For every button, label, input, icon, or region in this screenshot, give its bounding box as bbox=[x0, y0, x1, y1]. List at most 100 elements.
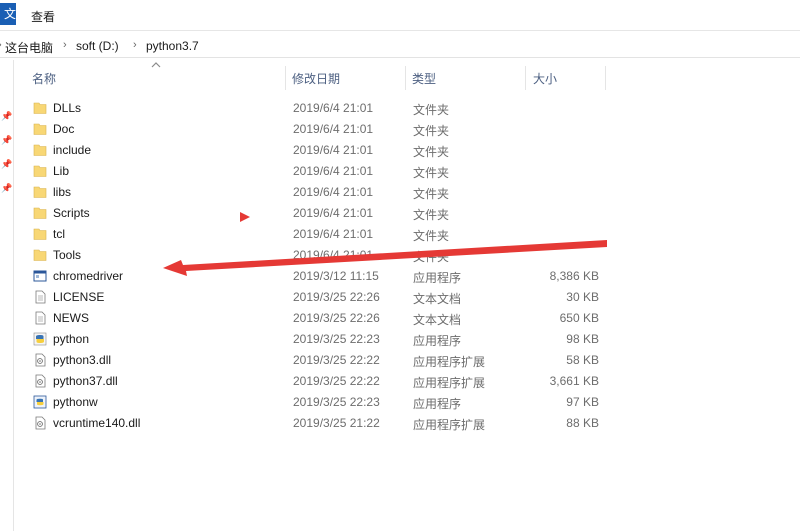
application-icon bbox=[33, 269, 47, 283]
column-divider[interactable] bbox=[285, 66, 286, 90]
file-date-modified: 2019/3/25 22:23 bbox=[293, 332, 380, 346]
column-header-type[interactable]: 类型 bbox=[412, 70, 436, 87]
file-type: 文件夹 bbox=[413, 229, 450, 243]
file-type: 文件夹 bbox=[413, 103, 450, 117]
file-row[interactable]: vcruntime140.dll 2019/3/25 21:22 应用程序扩展 88 … bbox=[14, 413, 800, 434]
pin-icon[interactable]: 📌 bbox=[1, 184, 12, 193]
file-row[interactable]: NEWS 2019/3/25 22:26 文本文档 650 KB bbox=[14, 308, 800, 329]
file-name: chromedriver bbox=[53, 269, 124, 283]
file-name: python3.dll bbox=[53, 353, 112, 367]
file-type: 文件夹 bbox=[413, 145, 450, 159]
column-header-date[interactable]: 修改日期 bbox=[292, 70, 340, 87]
column-divider[interactable] bbox=[525, 66, 526, 90]
file-size: 8,386 KB bbox=[549, 269, 599, 283]
file-row[interactable]: LICENSE 2019/3/25 22:26 文本文档 30 KB bbox=[14, 287, 800, 308]
file-size: 98 KB bbox=[566, 332, 599, 346]
ribbon-tab-view[interactable]: 查看 bbox=[31, 8, 55, 25]
text-document-icon bbox=[33, 290, 47, 304]
file-date-modified: 2019/6/4 21:01 bbox=[293, 164, 374, 178]
file-row[interactable]: libs 2019/6/4 21:01 文件夹 bbox=[14, 182, 800, 203]
file-type: 文件夹 bbox=[413, 208, 450, 222]
pin-icon[interactable]: 📌 bbox=[1, 136, 12, 145]
navigation-pane[interactable]: 📌 📌 📌 📌 bbox=[0, 60, 14, 531]
file-date-modified: 2019/3/25 22:26 bbox=[293, 311, 380, 325]
file-row[interactable]: include 2019/6/4 21:01 文件夹 bbox=[14, 140, 800, 161]
folder-icon bbox=[33, 227, 47, 241]
file-name: Scripts bbox=[53, 206, 90, 220]
file-name: Lib bbox=[53, 164, 70, 178]
text-document-icon bbox=[33, 311, 47, 325]
file-row[interactable]: python37.dll 2019/3/25 22:22 应用程序扩展 3,661 K… bbox=[14, 371, 800, 392]
file-name: NEWS bbox=[53, 311, 89, 325]
breadcrumb: › 这台电脑 › soft (D:) › python3.7 bbox=[0, 34, 800, 58]
breadcrumb-separator[interactable]: › bbox=[63, 39, 67, 51]
file-name: pythonw bbox=[53, 395, 98, 409]
file-name: DLLs bbox=[53, 101, 82, 115]
file-type: 文本文档 bbox=[413, 292, 462, 306]
folder-icon bbox=[33, 143, 47, 157]
breadcrumb-this-pc[interactable]: 这台电脑 bbox=[5, 39, 53, 56]
folder-icon bbox=[33, 206, 47, 220]
dll-icon bbox=[33, 353, 47, 367]
column-header-name[interactable]: 名称 bbox=[32, 70, 56, 87]
file-type: 文件夹 bbox=[413, 166, 450, 180]
file-size: 97 KB bbox=[566, 395, 599, 409]
dll-icon bbox=[33, 374, 47, 388]
file-date-modified: 2019/3/12 11:15 bbox=[293, 269, 379, 283]
file-row[interactable]: Scripts 2019/6/4 21:01 文件夹 bbox=[14, 203, 800, 224]
file-name: python bbox=[53, 332, 90, 346]
column-header-size[interactable]: 大小 bbox=[533, 70, 557, 87]
file-name: libs bbox=[53, 185, 72, 199]
file-type: 文本文档 bbox=[413, 313, 462, 327]
file-size: 30 KB bbox=[566, 290, 599, 304]
file-row[interactable]: chromedriver 2019/3/12 11:15 应用程序 8,386 KB bbox=[14, 266, 800, 287]
breadcrumb-folder[interactable]: python3.7 bbox=[146, 39, 199, 53]
file-name: python37.dll bbox=[53, 374, 118, 388]
column-divider[interactable] bbox=[405, 66, 406, 90]
file-row[interactable]: Tools 2019/6/4 21:01 文件夹 bbox=[14, 245, 800, 266]
breadcrumb-separator: › bbox=[0, 39, 2, 51]
file-name: tcl bbox=[53, 227, 65, 241]
file-type: 应用程序 bbox=[413, 397, 462, 411]
file-row[interactable]: Lib 2019/6/4 21:01 文件夹 bbox=[14, 161, 800, 182]
column-header-row: 名称 修改日期 类型 大小 bbox=[14, 66, 800, 90]
file-date-modified: 2019/3/25 22:22 bbox=[293, 374, 380, 388]
file-type: 文件夹 bbox=[413, 250, 450, 264]
column-divider[interactable] bbox=[605, 66, 606, 90]
file-date-modified: 2019/3/25 21:22 bbox=[293, 416, 380, 430]
file-name: vcruntime140.dll bbox=[53, 416, 141, 430]
file-date-modified: 2019/6/4 21:01 bbox=[293, 122, 374, 136]
file-size: 3,661 KB bbox=[549, 374, 599, 388]
file-row[interactable]: DLLs 2019/6/4 21:01 文件夹 bbox=[14, 98, 800, 119]
breadcrumb-drive[interactable]: soft (D:) bbox=[76, 39, 119, 53]
file-type: 应用程序 bbox=[413, 334, 462, 348]
file-row[interactable]: python3.dll 2019/3/25 22:22 应用程序扩展 58 KB bbox=[14, 350, 800, 371]
file-date-modified: 2019/3/25 22:26 bbox=[293, 290, 380, 304]
file-row[interactable]: pythonw 2019/3/25 22:23 应用程序 97 KB bbox=[14, 392, 800, 413]
file-name: include bbox=[53, 143, 92, 157]
file-type: 应用程序扩展 bbox=[413, 418, 486, 432]
pin-icon[interactable]: 📌 bbox=[1, 160, 12, 169]
file-name: LICENSE bbox=[53, 290, 105, 304]
file-row[interactable]: Doc 2019/6/4 21:01 文件夹 bbox=[14, 119, 800, 140]
file-row[interactable]: tcl 2019/6/4 21:01 文件夹 bbox=[14, 224, 800, 245]
file-date-modified: 2019/6/4 21:01 bbox=[293, 143, 374, 157]
folder-icon bbox=[33, 185, 47, 199]
file-type: 文件夹 bbox=[413, 124, 450, 138]
folder-icon bbox=[33, 101, 47, 115]
pin-icon[interactable]: 📌 bbox=[1, 112, 12, 121]
folder-icon bbox=[33, 164, 47, 178]
file-size: 88 KB bbox=[566, 416, 599, 430]
file-date-modified: 2019/6/4 21:01 bbox=[293, 185, 374, 199]
folder-icon bbox=[33, 122, 47, 136]
ribbon-tab-file[interactable]: 文 bbox=[0, 3, 16, 25]
pythonw-icon bbox=[33, 395, 47, 409]
breadcrumb-separator[interactable]: › bbox=[133, 39, 137, 51]
file-type: 应用程序 bbox=[413, 271, 462, 285]
file-date-modified: 2019/6/4 21:01 bbox=[293, 206, 374, 220]
file-type: 文件夹 bbox=[413, 187, 450, 201]
file-name: Tools bbox=[53, 248, 82, 262]
file-date-modified: 2019/6/4 21:01 bbox=[293, 101, 374, 115]
file-row[interactable]: python 2019/3/25 22:23 应用程序 98 KB bbox=[14, 329, 800, 350]
file-date-modified: 2019/3/25 22:23 bbox=[293, 395, 380, 409]
